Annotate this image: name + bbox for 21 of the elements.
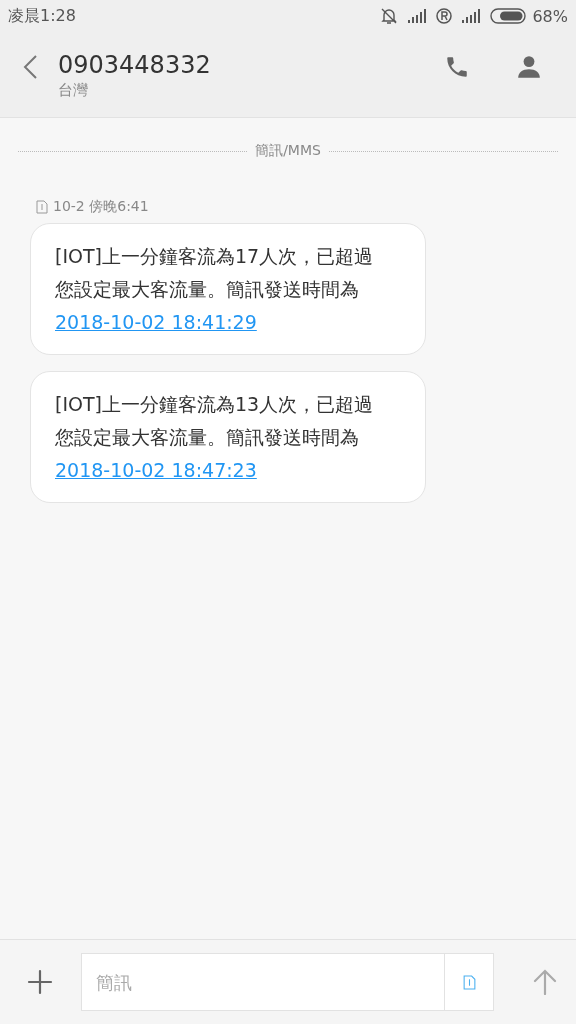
roaming-icon [436,8,453,24]
timestamp-link[interactable]: 2018-10-02 18:47:23 [55,454,257,487]
contact-icon[interactable] [516,54,542,80]
signal-icon [408,9,427,23]
battery-percentage: 68% [532,6,568,26]
message-timestamp: 10-2 傍晚6:41 [53,198,149,216]
channel-label: 簡訊/MMS [255,142,321,160]
signal-icon [462,9,481,23]
message-text: [IOT]上一分鐘客流為17人次，已超過您設定最大客流量。簡訊發送時間為 [55,244,375,302]
status-time: 凌晨1:28 [8,5,76,27]
timestamp-link[interactable]: 2018-10-02 18:41:29 [55,306,257,339]
battery-icon [490,8,527,24]
message-text: [IOT]上一分鐘客流為13人次，已超過您設定最大客流量。簡訊發送時間為 [55,392,375,450]
message-input-field[interactable]: 簡訊 [81,953,444,1011]
contact-region: 台灣 [58,80,89,100]
bell-off-icon [380,7,399,25]
add-icon[interactable] [27,969,53,995]
contact-number: 0903448332 [58,50,212,80]
sim-icon [36,200,48,214]
sim-icon [462,974,476,990]
phone-icon[interactable] [444,54,470,80]
